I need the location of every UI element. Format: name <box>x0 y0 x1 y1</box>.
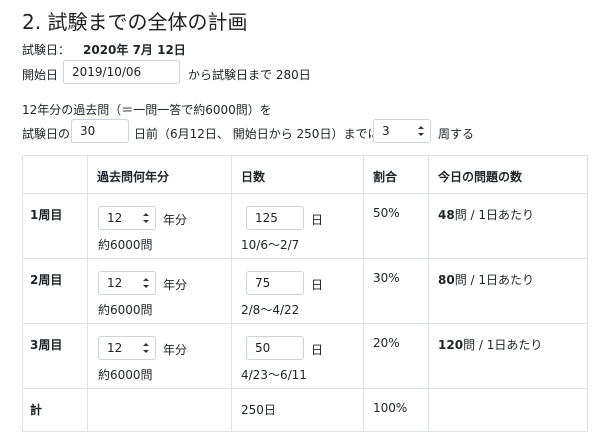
years-select-value: 12 <box>107 211 123 225</box>
intro-text: 12年分の過去問（＝一問一答で約6000問）を <box>22 103 272 117</box>
years-unit: 年分 <box>163 343 188 357</box>
start-date-label: 開始日 <box>22 68 59 82</box>
updown-caret-icon <box>142 276 150 290</box>
row-label: 2周目 <box>30 273 63 287</box>
date-range: 2/8〜4/22 <box>241 303 300 317</box>
plan-suffix: 周する <box>438 127 475 141</box>
rounds-select[interactable]: 3 <box>373 119 431 143</box>
header-days: 日数 <box>241 170 266 184</box>
years-select-value: 12 <box>107 341 123 355</box>
today-count: 80問 / 1日あたり <box>438 273 535 287</box>
plan-middle: 日前（6月12日、 開始日から 250日）までに <box>134 127 380 141</box>
years-select[interactable]: 12 <box>98 271 156 295</box>
years-select[interactable]: 12 <box>98 336 156 360</box>
row-label: 1周目 <box>30 208 63 222</box>
updown-caret-icon <box>142 211 150 225</box>
plan-table: 過去問何年分 日数 割合 今日の問題の数 1周目 12 年分 約6000問 12… <box>22 155 588 432</box>
days-unit: 日 <box>311 213 324 227</box>
updown-caret-icon <box>417 124 425 138</box>
ratio-value: 30% <box>373 271 400 285</box>
years-select-value: 12 <box>107 276 123 290</box>
total-ratio: 100% <box>373 401 408 415</box>
years-unit: 年分 <box>163 213 188 227</box>
header-ratio: 割合 <box>373 170 398 184</box>
ratio-value: 20% <box>373 336 400 350</box>
days-input[interactable]: 75 <box>246 271 304 295</box>
total-label: 計 <box>30 403 43 417</box>
years-unit: 年分 <box>163 278 188 292</box>
start-date-suffix: から試験日まで 280日 <box>188 68 311 82</box>
date-range: 4/23〜6/11 <box>241 368 307 382</box>
questions-count: 約6000問 <box>98 238 153 252</box>
days-unit: 日 <box>311 278 324 292</box>
today-count: 120問 / 1日あたり <box>438 338 543 352</box>
header-years: 過去問何年分 <box>97 170 170 184</box>
years-select[interactable]: 12 <box>98 206 156 230</box>
plan-prefix: 試験日の <box>22 127 71 141</box>
ratio-value: 50% <box>373 206 400 220</box>
section-title: 2. 試験までの全体の計画 <box>22 10 248 34</box>
date-range: 10/6〜2/7 <box>241 238 300 252</box>
start-date-input[interactable]: 2019/10/06 <box>63 60 180 84</box>
today-count: 48問 / 1日あたり <box>438 208 535 222</box>
days-input[interactable]: 50 <box>246 336 304 360</box>
days-input[interactable]: 125 <box>246 206 304 230</box>
row-label: 3周目 <box>30 338 63 352</box>
questions-count: 約6000問 <box>98 303 153 317</box>
updown-caret-icon <box>142 341 150 355</box>
days-unit: 日 <box>311 343 324 357</box>
days-before-input[interactable]: 30 <box>71 119 129 143</box>
rounds-select-value: 3 <box>382 124 390 138</box>
exam-date-label: 試験日： <box>22 43 71 57</box>
total-days: 250日 <box>241 403 276 417</box>
questions-count: 約6000問 <box>98 368 153 382</box>
exam-date-value: 2020年 7月 12日 <box>83 43 186 57</box>
page: 2. 試験までの全体の計画 試験日： 2020年 7月 12日 開始日 2019… <box>0 0 600 432</box>
header-today: 今日の問題の数 <box>438 170 523 184</box>
